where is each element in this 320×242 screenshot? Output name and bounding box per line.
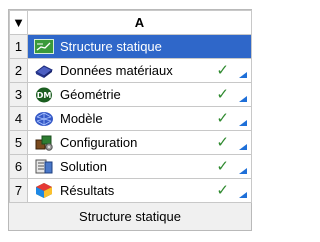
solution-icon [34, 158, 54, 175]
engineering-data-icon [34, 62, 54, 79]
row-number: 3 [9, 82, 28, 107]
row-number: 7 [9, 178, 28, 203]
cell-row-1[interactable]: 1 Structure statique [9, 34, 252, 59]
workbench-frame: ▼ A 1 Structure statique 2 Données matér… [0, 0, 260, 242]
row-number: 2 [9, 58, 28, 83]
column-header-a: A [27, 10, 252, 35]
check-icon: ✓ [216, 110, 229, 127]
setup-icon [34, 134, 54, 151]
results-icon [34, 182, 54, 199]
check-icon: ✓ [216, 158, 229, 175]
row-number: 5 [9, 130, 28, 155]
analysis-system-block[interactable]: ▼ A 1 Structure statique 2 Données matér… [8, 9, 252, 231]
cell-row-4[interactable]: 4 Modèle ✓ [9, 106, 252, 131]
cell-menu-triangle-icon[interactable] [239, 192, 247, 198]
cell-menu-triangle-icon[interactable] [239, 168, 247, 174]
cell-menu-triangle-icon[interactable] [239, 120, 247, 126]
svg-text:DM: DM [37, 91, 52, 100]
static-structural-icon [34, 38, 54, 55]
row-number: 4 [9, 106, 28, 131]
cell-menu-triangle-icon[interactable] [239, 72, 247, 78]
cell-row-5[interactable]: 5 Configuration ✓ [9, 130, 252, 155]
geometry-dm-icon: DM [34, 86, 54, 103]
check-icon: ✓ [216, 86, 229, 103]
cell-label: Structure statique [60, 39, 162, 54]
cell-menu-triangle-icon[interactable] [239, 96, 247, 102]
row-number: 1 [9, 34, 28, 59]
model-icon [34, 110, 54, 127]
system-name-label[interactable]: Structure statique [9, 203, 251, 230]
system-menu-arrow-icon[interactable]: ▼ [9, 10, 28, 35]
cell-row-2[interactable]: 2 Données matériaux ✓ [9, 58, 252, 83]
check-icon: ✓ [216, 182, 229, 199]
check-icon: ✓ [216, 134, 229, 151]
cell-menu-triangle-icon[interactable] [239, 144, 247, 150]
cell-row-7[interactable]: 7 Résultats ✓ [9, 178, 252, 203]
row-number: 6 [9, 154, 28, 179]
cell-row-6[interactable]: 6 Solution ✓ [9, 154, 252, 179]
system-cell-table: ▼ A 1 Structure statique 2 Données matér… [9, 10, 252, 203]
cell-row-3[interactable]: 3 DM Géométrie ✓ [9, 82, 252, 107]
header-row: ▼ A [9, 10, 252, 35]
check-icon: ✓ [216, 62, 229, 79]
